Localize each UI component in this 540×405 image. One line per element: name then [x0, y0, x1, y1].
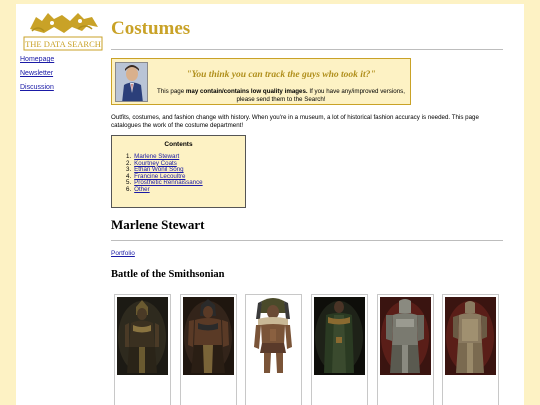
sidebar-link-homepage[interactable]: Homepage: [20, 56, 100, 63]
notice-quote: "You think you can track the guys who to…: [186, 70, 376, 80]
page: THE DATA SEARCH Homepage Newsletter Disc…: [16, 4, 524, 405]
site-logo[interactable]: THE DATA SEARCH: [22, 7, 104, 52]
notice-text: This page may contain/contains low quali…: [157, 88, 405, 103]
notice-character-image: [115, 62, 148, 102]
gallery-thumbnail[interactable]: [114, 294, 171, 405]
gallery-thumbnail[interactable]: [311, 294, 368, 405]
section-divider: [111, 240, 503, 241]
low-quality-notice: "You think you can track the guys who to…: [111, 58, 411, 105]
costume-image-mayan-warrior: [248, 297, 299, 375]
notice-bold-text: may contain/contains low quality images.: [185, 88, 308, 95]
subsection-heading-battle-of-the-smithsonian: Battle of the Smithsonian: [111, 269, 225, 280]
logo-text: THE DATA SEARCH: [25, 39, 101, 49]
sidebar-nav: Homepage Newsletter Discussion: [20, 56, 100, 98]
portfolio-link[interactable]: Portfolio: [111, 250, 135, 257]
section-heading-marlene-stewart: Marlene Stewart: [111, 217, 205, 232]
toc-title: Contents: [164, 141, 193, 148]
toc-item: 6. Other: [126, 185, 150, 193]
costume-image-egyptian-warrior: [183, 297, 234, 375]
sidebar-link-newsletter[interactable]: Newsletter: [20, 70, 100, 77]
costume-image-chainmail-soldier: [445, 297, 496, 375]
gallery-thumbnail[interactable]: [377, 294, 434, 405]
gallery-thumbnail[interactable]: [180, 294, 237, 405]
gallery-thumbnail[interactable]: [245, 294, 302, 405]
title-divider: [111, 49, 503, 50]
costume-image-armored-knight: [380, 297, 431, 375]
gallery-thumbnail[interactable]: [442, 294, 499, 405]
sidebar-link-discussion[interactable]: Discussion: [20, 84, 100, 91]
costume-image-egyptian-gold: [117, 297, 168, 375]
costume-image-dark-robe: [314, 297, 365, 375]
table-of-contents: Contents 1. Marlene Stewart 2. Kourtney Co…: [111, 135, 246, 208]
toc-link-other[interactable]: Other: [134, 186, 149, 193]
intro-paragraph: Outfits, costumes, and fashion change wi…: [111, 114, 479, 129]
page-title: Costumes: [111, 18, 191, 39]
